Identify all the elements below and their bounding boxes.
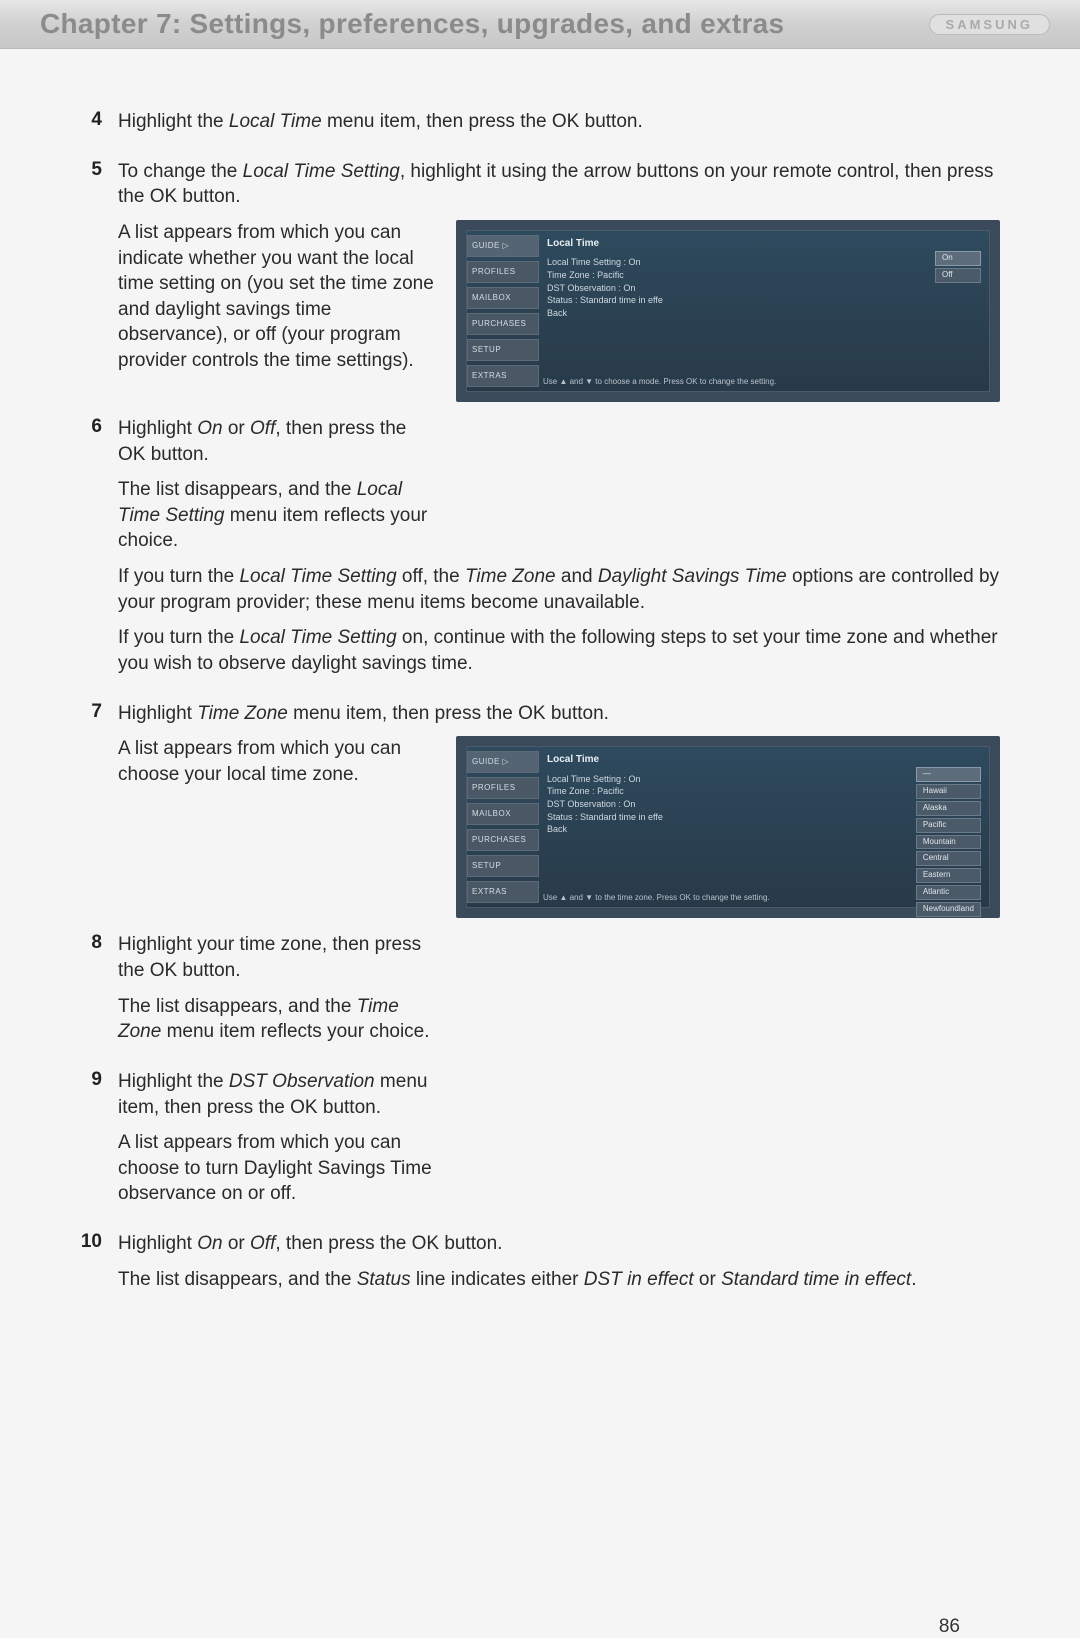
chapter-title: Chapter 7: Settings, preferences, upgrad… xyxy=(40,8,784,40)
osd-tab: GUIDE ▷ xyxy=(467,751,539,773)
osd-option: — xyxy=(916,767,981,782)
osd-tab: PURCHASES xyxy=(467,313,539,335)
paragraph: If you turn the Local Time Setting on, c… xyxy=(118,625,1000,676)
osd-option: On xyxy=(935,251,981,266)
osd-tab: SETUP xyxy=(467,855,539,877)
paragraph: If you turn the Local Time Setting off, … xyxy=(118,564,1000,615)
osd-tab: SETUP xyxy=(467,339,539,361)
step: 10Highlight On or Off, then press the OK… xyxy=(80,1231,1000,1302)
paragraph: A list appears from which you can choose… xyxy=(118,1130,438,1207)
step-number: 9 xyxy=(80,1069,118,1091)
osd-title: Local Time xyxy=(547,753,981,767)
step-number: 10 xyxy=(80,1231,118,1253)
step: 9Highlight the DST Observation menu item… xyxy=(80,1069,1000,1217)
paragraph: Highlight On or Off, then press the OK b… xyxy=(118,1231,1000,1257)
page-number: 86 xyxy=(0,1356,1080,1638)
step-number: 5 xyxy=(80,159,118,181)
paragraph: Highlight the DST Observation menu item,… xyxy=(118,1069,438,1120)
osd-tab: PROFILES xyxy=(467,261,539,283)
paragraph: A list appears from which you can choose… xyxy=(118,736,438,787)
step: 5To change the Local Time Setting, highl… xyxy=(80,159,1000,402)
osd-tab: PROFILES xyxy=(467,777,539,799)
osd-option: Off xyxy=(935,268,981,283)
osd-tab: EXTRAS xyxy=(467,365,539,387)
osd-option: Hawaii xyxy=(916,784,981,799)
osd-line: Back xyxy=(547,307,981,320)
osd-option: Alaska xyxy=(916,801,981,816)
step-body: Highlight your time zone, then press the… xyxy=(118,932,1000,1055)
paragraph: Highlight the Local Time menu item, then… xyxy=(118,109,1000,135)
paragraph: A list appears from which you can indica… xyxy=(118,220,438,374)
step: 4Highlight the Local Time menu item, the… xyxy=(80,109,1000,145)
page-header: Chapter 7: Settings, preferences, upgrad… xyxy=(0,0,1080,49)
osd-line: Status : Standard time in effe xyxy=(547,294,981,307)
paragraph: The list disappears, and the Time Zone m… xyxy=(118,994,438,1045)
osd-option: Atlantic xyxy=(916,885,981,900)
step-number: 7 xyxy=(80,701,118,723)
osd-tab: GUIDE ▷ xyxy=(467,235,539,257)
osd-option: Eastern xyxy=(916,868,981,883)
step-number: 6 xyxy=(80,416,118,438)
step-number: 8 xyxy=(80,932,118,954)
osd-line: DST Observation : On xyxy=(547,282,981,295)
osd-hint: Use ▲ and ▼ to the time zone. Press OK t… xyxy=(543,893,770,903)
osd-tab: PURCHASES xyxy=(467,829,539,851)
osd-hint: Use ▲ and ▼ to choose a mode. Press OK t… xyxy=(543,377,776,387)
step-body: Highlight the Local Time menu item, then… xyxy=(118,109,1000,145)
page-body: 4Highlight the Local Time menu item, the… xyxy=(0,49,1080,1356)
paragraph: The list disappears, and the Status line… xyxy=(118,1267,1000,1293)
paragraph: The list disappears, and the Local Time … xyxy=(118,477,438,554)
step: 7Highlight Time Zone menu item, then pre… xyxy=(80,701,1000,919)
step-body: To change the Local Time Setting, highli… xyxy=(118,159,1000,402)
osd-option: Mountain xyxy=(916,835,981,850)
paragraph: Highlight Time Zone menu item, then pres… xyxy=(118,701,1000,727)
brand-badge: SAMSUNG xyxy=(929,14,1050,35)
osd-tab: MAILBOX xyxy=(467,287,539,309)
paragraph: Highlight On or Off, then press the OK b… xyxy=(118,416,438,467)
osd-line: Local Time Setting : On xyxy=(547,256,981,269)
paragraph: Highlight your time zone, then press the… xyxy=(118,932,438,983)
osd-option: Pacific xyxy=(916,818,981,833)
steps-list: 4Highlight the Local Time menu item, the… xyxy=(80,109,1000,1302)
step: 6Highlight On or Off, then press the OK … xyxy=(80,416,1000,687)
step-number: 4 xyxy=(80,109,118,131)
osd-tab: EXTRAS xyxy=(467,881,539,903)
osd-option: Central xyxy=(916,851,981,866)
step: 8Highlight your time zone, then press th… xyxy=(80,932,1000,1055)
osd-tab: MAILBOX xyxy=(467,803,539,825)
osd-title: Local Time xyxy=(547,237,981,251)
osd-line: Time Zone : Pacific xyxy=(547,269,981,282)
step-body: Highlight Time Zone menu item, then pres… xyxy=(118,701,1000,919)
osd-option: Newfoundland xyxy=(916,902,981,917)
screenshot-figure: GUIDE ▷ PROFILES MAILBOX PURCHASES SETUP EXTR… xyxy=(456,736,1000,918)
paragraph: To change the Local Time Setting, highli… xyxy=(118,159,1000,210)
step-body: Highlight the DST Observation menu item,… xyxy=(118,1069,1000,1217)
step-body: Highlight On or Off, then press the OK b… xyxy=(118,1231,1000,1302)
step-body: Highlight On or Off, then press the OK b… xyxy=(118,416,1000,687)
screenshot-figure: GUIDE ▷ PROFILES MAILBOX PURCHASES SETUP EXTR… xyxy=(456,220,1000,402)
